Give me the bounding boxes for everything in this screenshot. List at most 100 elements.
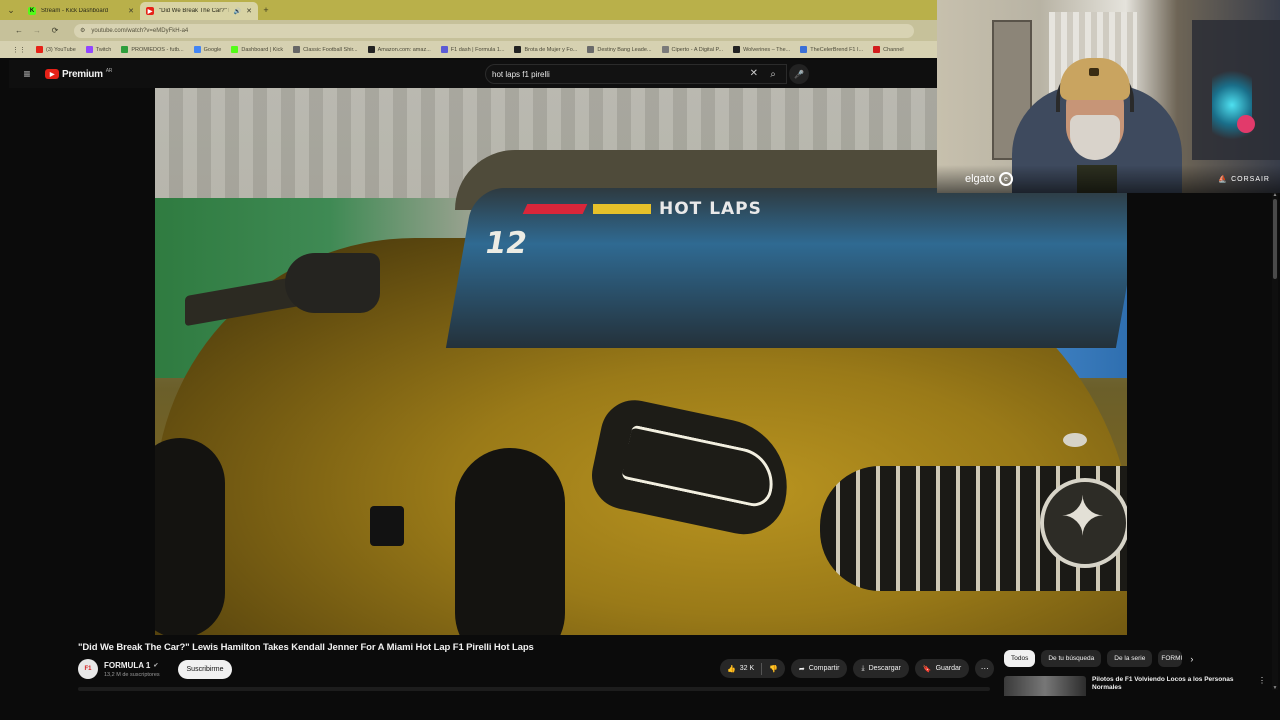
bookmark-label: Google xyxy=(203,46,222,53)
scrollbar-thumb[interactable] xyxy=(1273,199,1277,279)
close-icon[interactable]: ✕ xyxy=(128,7,134,15)
bookmark-label: Dashboard | Kick xyxy=(241,46,284,53)
menu-icon[interactable]: ≡ xyxy=(9,67,45,81)
bookmark-item[interactable]: Google xyxy=(193,46,222,53)
channel-avatar[interactable]: F1 xyxy=(78,659,98,679)
bookmark-item[interactable]: (3) YouTube xyxy=(36,46,76,53)
bookmark-item[interactable]: Twitch xyxy=(85,46,112,53)
download-button[interactable]: ⤓ Descargar xyxy=(853,659,909,678)
youtube-header: ≡ ▶ Premium AR hot laps f1 pirelli ✕ ⌕ 🎤 xyxy=(9,60,937,88)
subscriber-count: 13,2 M de suscriptores xyxy=(104,671,160,678)
bookmark-item[interactable]: Classic Football Shir... xyxy=(293,46,358,53)
bookmark-label: Ciperto - A Digital P... xyxy=(671,46,724,53)
browser-tab-strip: ⌄ K Stream - Kick Dashboard ✕ ▶ "Did We … xyxy=(0,0,937,20)
bookmark-label: PROMIEDOS - futb... xyxy=(131,46,184,53)
search-input[interactable]: hot laps f1 pirelli ✕ xyxy=(485,64,787,84)
site-info-icon[interactable]: ⚙ xyxy=(80,27,85,34)
page-scrollbar[interactable]: ▲ ▼ xyxy=(1271,192,1279,691)
bookmark-item[interactable]: Dashboard | Kick xyxy=(231,46,283,53)
scroll-up-icon[interactable]: ▲ xyxy=(1271,192,1279,198)
subscribe-button[interactable]: Suscribirme xyxy=(178,660,232,679)
apps-grid-icon[interactable]: ⋮⋮ xyxy=(12,46,26,54)
bookmark-label: Destiny Bang Leade... xyxy=(597,46,652,53)
chevron-right-icon[interactable]: › xyxy=(1190,654,1193,664)
hat xyxy=(1060,58,1130,100)
thumbs-up-icon: 👍 xyxy=(727,665,736,673)
tab-search-icon[interactable]: ⌄ xyxy=(0,0,22,20)
bookmark-favicon-icon xyxy=(293,46,301,53)
save-label: Guardar xyxy=(935,665,962,672)
back-icon[interactable]: ← xyxy=(14,26,24,35)
bookmark-item[interactable]: Channel xyxy=(873,46,904,53)
bookmark-favicon-icon xyxy=(85,46,93,53)
chip-formula-1[interactable]: FORMULA 1 xyxy=(1158,650,1183,667)
bookmark-favicon-icon xyxy=(800,46,808,53)
recommendation-thumbnail[interactable] xyxy=(1004,676,1086,696)
channel-info[interactable]: F1 FORMULA 1 ✔ 13,2 M de suscriptores xyxy=(78,659,160,679)
tab-kick-dashboard[interactable]: K Stream - Kick Dashboard ✕ xyxy=(22,2,140,20)
mercedes-star-logo xyxy=(1040,478,1127,568)
bookmark-label: (3) YouTube xyxy=(46,46,76,53)
share-icon: ➦ xyxy=(798,665,805,673)
corsair-logo: ⛵ CORSAIR xyxy=(1218,175,1270,184)
tab-title: Stream - Kick Dashboard xyxy=(41,8,109,14)
like-dislike-group: 👍 32 K 👎 xyxy=(720,659,785,678)
voice-search-button[interactable]: 🎤 xyxy=(789,64,809,84)
chip-from-series[interactable]: De la serie xyxy=(1107,650,1153,667)
logo-text: Premium xyxy=(62,68,103,80)
bookmark-item[interactable]: Amazon.com: amaz... xyxy=(367,46,431,53)
reload-icon[interactable]: ⟳ xyxy=(50,26,60,35)
front-wheel xyxy=(455,448,565,635)
share-label: Compartir xyxy=(808,665,840,672)
bookmark-item[interactable]: Brota de Mujer y Fo... xyxy=(514,46,577,53)
bookmark-item[interactable]: Wolverines – The... xyxy=(733,46,790,53)
speaker-icon[interactable]: 🔊 xyxy=(234,8,241,15)
bookmark-favicon-icon xyxy=(440,46,448,53)
elgato-icon: e xyxy=(998,172,1013,186)
bookmark-favicon-icon xyxy=(193,46,201,53)
tab-youtube-video[interactable]: ▶ "Did We Break The Car?" L 🔊 ✕ xyxy=(140,2,258,20)
bookmark-favicon-icon xyxy=(587,46,595,53)
corsair-text: CORSAIR xyxy=(1231,175,1270,183)
bookmark-favicon-icon xyxy=(873,46,881,53)
bookmark-label: Twitch xyxy=(95,46,112,53)
bookmark-favicon-icon xyxy=(121,46,129,53)
recommendation-title[interactable]: Pilotos de F1 Volviendo Locos a los Pers… xyxy=(1092,676,1252,696)
chip-all[interactable]: Todos xyxy=(1004,650,1036,667)
verified-icon: ✔ xyxy=(153,662,159,669)
bookmark-item[interactable]: Ciperto - A Digital P... xyxy=(661,46,724,53)
kick-icon: K xyxy=(28,7,36,15)
onboard-camera xyxy=(370,506,404,546)
bookmark-item[interactable]: F1 dash | Formula 1... xyxy=(440,46,505,53)
bookmark-label: F1 dash | Formula 1... xyxy=(450,46,505,53)
more-icon: ⋯ xyxy=(980,664,989,673)
f1-logo xyxy=(522,204,588,214)
bookmark-item[interactable]: TheCelerBrend F1 I... xyxy=(800,46,863,53)
filter-chips: Todos De tu búsqueda De la serie FORMULA… xyxy=(1004,650,1193,667)
video-actions: 👍 32 K 👎 ➦ Compartir ⤓ Descargar 🔖 Guard… xyxy=(720,659,995,678)
like-count: 32 K xyxy=(739,665,755,672)
dislike-button[interactable]: 👎 xyxy=(762,665,785,673)
download-label: Descargar xyxy=(868,665,901,672)
save-button[interactable]: 🔖 Guardar xyxy=(914,659,970,678)
chip-from-search[interactable]: De tu búsqueda xyxy=(1041,650,1102,667)
search-button[interactable]: ⌕ xyxy=(753,64,793,84)
description-box[interactable] xyxy=(78,687,990,691)
youtube-premium-logo[interactable]: ▶ Premium AR xyxy=(45,68,112,80)
channel-name[interactable]: FORMULA 1 xyxy=(104,661,150,670)
recommended-video[interactable]: Pilotos de F1 Volviendo Locos a los Pers… xyxy=(1004,676,1274,696)
like-button[interactable]: 👍 32 K xyxy=(720,665,761,673)
share-button[interactable]: ➦ Compartir xyxy=(790,659,848,678)
forward-icon[interactable]: → xyxy=(32,26,42,35)
address-bar[interactable]: ⚙ youtube.com/watch?v=eMDyFkH-a4 xyxy=(74,23,914,38)
more-actions-button[interactable]: ⋯ xyxy=(975,659,995,678)
car-number: 12 xyxy=(481,226,530,261)
more-vert-icon[interactable]: ⋮ xyxy=(1258,676,1266,696)
close-icon[interactable]: ✕ xyxy=(246,7,252,15)
scroll-down-icon[interactable]: ▼ xyxy=(1271,685,1279,691)
bookmark-item[interactable]: PROMIEDOS - futb... xyxy=(121,46,184,53)
windshield-banner: HOT LAPS xyxy=(522,199,945,219)
new-tab-button[interactable]: + xyxy=(258,5,274,15)
search-query: hot laps f1 pirelli xyxy=(492,69,550,79)
bookmark-item[interactable]: Destiny Bang Leade... xyxy=(587,46,652,53)
